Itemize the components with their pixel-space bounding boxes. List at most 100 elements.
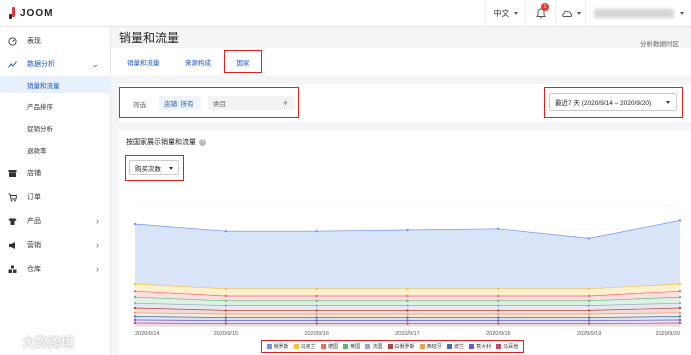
legend-label: 乌克兰 bbox=[300, 344, 316, 350]
sidebar-item-label: 订单 bbox=[27, 194, 41, 201]
data-point-series-4-3 bbox=[406, 304, 409, 307]
legend-item[interactable]: 德国 bbox=[320, 343, 338, 350]
legend-item[interactable]: 法国 bbox=[365, 343, 382, 350]
legend-label: 法国 bbox=[372, 344, 383, 350]
data-point-series-0-4 bbox=[497, 227, 500, 230]
language-label: 中文 bbox=[493, 9, 510, 18]
top-bar: JOOM 中文 1 bbox=[0, 0, 691, 27]
joom-logo[interactable]: JOOM bbox=[9, 7, 53, 19]
data-point-series-9-4 bbox=[497, 322, 500, 325]
legend-item[interactable]: 白俄罗斯 bbox=[387, 343, 415, 350]
blurred-username bbox=[594, 9, 674, 18]
legend-label: 波兰 bbox=[453, 344, 464, 350]
sidebar-item-performance[interactable]: 表现 bbox=[0, 32, 111, 50]
data-point-series-9-5 bbox=[587, 322, 591, 325]
legend-label: 西班牙 bbox=[426, 344, 442, 350]
legend-item[interactable]: 俄罗斯 bbox=[266, 343, 289, 350]
date-range-select[interactable]: 最近7 天 (2020/9/14 – 2020/9/20) bbox=[549, 93, 677, 111]
sidebar-item-products[interactable]: 产品 › bbox=[0, 212, 111, 230]
data-point-series-6-1 bbox=[224, 312, 228, 316]
notifications-button[interactable]: 1 bbox=[525, 0, 555, 27]
data-point-series-3-3 bbox=[406, 299, 409, 302]
legend-item[interactable]: 波兰 bbox=[446, 343, 464, 350]
data-point-series-2-5 bbox=[587, 294, 591, 298]
legend-label: 英国 bbox=[350, 344, 361, 350]
legend-swatch bbox=[419, 344, 425, 349]
sidebar-item-warehouse[interactable]: 仓库 › bbox=[0, 260, 111, 278]
megaphone-icon bbox=[8, 241, 17, 250]
data-point-series-3-2 bbox=[315, 299, 318, 302]
data-point-series-1-3 bbox=[406, 287, 409, 290]
legend-item[interactable]: 马耳他 bbox=[496, 343, 518, 350]
watermark: 大数跨境 bbox=[7, 332, 74, 351]
chart-legend: 俄罗斯 乌克兰 德国 英国 法国 白俄罗斯 西班牙 波兰 意大利 马耳他 bbox=[261, 340, 524, 353]
tab-source-composition[interactable]: 来源构成 bbox=[185, 57, 211, 67]
data-point-series-6-2 bbox=[315, 312, 318, 316]
watermark-logo-icon bbox=[7, 335, 19, 348]
cart-icon bbox=[8, 193, 17, 202]
data-point-series-2-4 bbox=[497, 294, 500, 298]
chart-card: 按国家展示销量和流量 ? 购买次数 2020/9/14 2020/9/15 2020… bbox=[119, 130, 691, 355]
chevron-right-icon: › bbox=[96, 240, 99, 250]
sidebar-item-label: 产品 bbox=[27, 218, 41, 225]
user-account-menu[interactable] bbox=[585, 0, 691, 27]
upload-menu[interactable] bbox=[555, 0, 585, 27]
data-point-series-6-4 bbox=[497, 312, 500, 316]
chevron-down-icon bbox=[680, 12, 684, 15]
tab-bar: 销量和流量 来源构成 国家 bbox=[111, 48, 691, 75]
data-point-series-0-5 bbox=[587, 237, 591, 240]
store-filter-chip[interactable]: 店铺: 所有 bbox=[159, 96, 201, 110]
chevron-right-icon: › bbox=[96, 216, 99, 226]
data-point-series-4-1 bbox=[224, 304, 228, 307]
data-point-series-6-3 bbox=[406, 312, 409, 316]
watermark-text: 大数跨境 bbox=[22, 335, 75, 350]
sidebar-subitem-refund-rate[interactable]: 退款率 bbox=[0, 141, 111, 158]
data-point-series-5-1 bbox=[224, 309, 228, 312]
data-point-series-4-6 bbox=[678, 302, 682, 305]
data-point-series-9-0 bbox=[133, 321, 137, 325]
legend-item[interactable]: 意大利 bbox=[469, 343, 491, 350]
legend-swatch bbox=[365, 344, 371, 349]
data-point-series-4-2 bbox=[315, 304, 318, 307]
legend-swatch bbox=[343, 344, 349, 349]
x-tick-label: 2020/9/17 bbox=[395, 331, 419, 337]
sidebar-item-marketing[interactable]: 营销 › bbox=[0, 236, 111, 254]
sidebar-item-analytics[interactable]: 数据分析 ⌄ bbox=[0, 55, 111, 73]
legend-item[interactable]: 英国 bbox=[343, 343, 360, 350]
legend-label: 德国 bbox=[327, 344, 338, 350]
data-point-series-7-3 bbox=[406, 316, 409, 319]
timezone-link[interactable]: 分析数据时区 bbox=[640, 38, 679, 48]
data-point-series-5-0 bbox=[133, 306, 137, 310]
data-point-series-7-6 bbox=[678, 315, 682, 318]
legend-swatch bbox=[320, 344, 326, 349]
gauge-icon bbox=[8, 36, 17, 46]
data-point-series-3-5 bbox=[587, 299, 591, 302]
sidebar-subitem-product-ranking[interactable]: 产品排序 bbox=[0, 97, 111, 114]
legend-item[interactable]: 西班牙 bbox=[419, 343, 442, 350]
legend-item[interactable]: 乌克兰 bbox=[293, 343, 316, 350]
data-point-series-3-6 bbox=[678, 296, 682, 299]
chevron-down-icon bbox=[576, 12, 581, 15]
sidebar-subitem-promotion-analysis[interactable]: 促销分析 bbox=[0, 119, 111, 136]
data-point-series-1-1 bbox=[224, 287, 228, 290]
country-area-chart: 2020/9/14 2020/9/15 2020/9/16 2020/9/17 2020… bbox=[133, 205, 682, 337]
legend-swatch bbox=[446, 344, 452, 349]
data-point-series-8-6 bbox=[678, 318, 682, 322]
chevron-down-icon bbox=[666, 101, 670, 104]
category-filter[interactable]: 类目 + bbox=[208, 96, 294, 110]
sidebar-item-store[interactable]: 店铺 bbox=[0, 164, 111, 182]
date-range-group: 最近7 天 (2020/9/14 – 2020/9/20) bbox=[544, 87, 683, 118]
chevron-down-icon bbox=[513, 12, 518, 15]
tab-sales-traffic[interactable]: 销量和流量 bbox=[127, 57, 160, 67]
sidebar-item-orders[interactable]: 订单 bbox=[0, 188, 111, 206]
data-point-series-1-4 bbox=[497, 287, 500, 290]
data-point-series-8-0 bbox=[133, 318, 137, 322]
tab-country[interactable]: 国家 bbox=[224, 50, 262, 73]
sidebar-subitem-sales-traffic[interactable]: 销量和流量 bbox=[0, 76, 111, 93]
x-tick-label: 2020/9/20 bbox=[656, 331, 680, 337]
data-point-series-1-0 bbox=[133, 282, 137, 286]
language-selector[interactable]: 中文 bbox=[485, 0, 525, 27]
sidebar-item-label: 仓库 bbox=[27, 266, 41, 273]
data-point-series-5-6 bbox=[678, 306, 682, 310]
data-point-series-0-0 bbox=[133, 222, 137, 226]
